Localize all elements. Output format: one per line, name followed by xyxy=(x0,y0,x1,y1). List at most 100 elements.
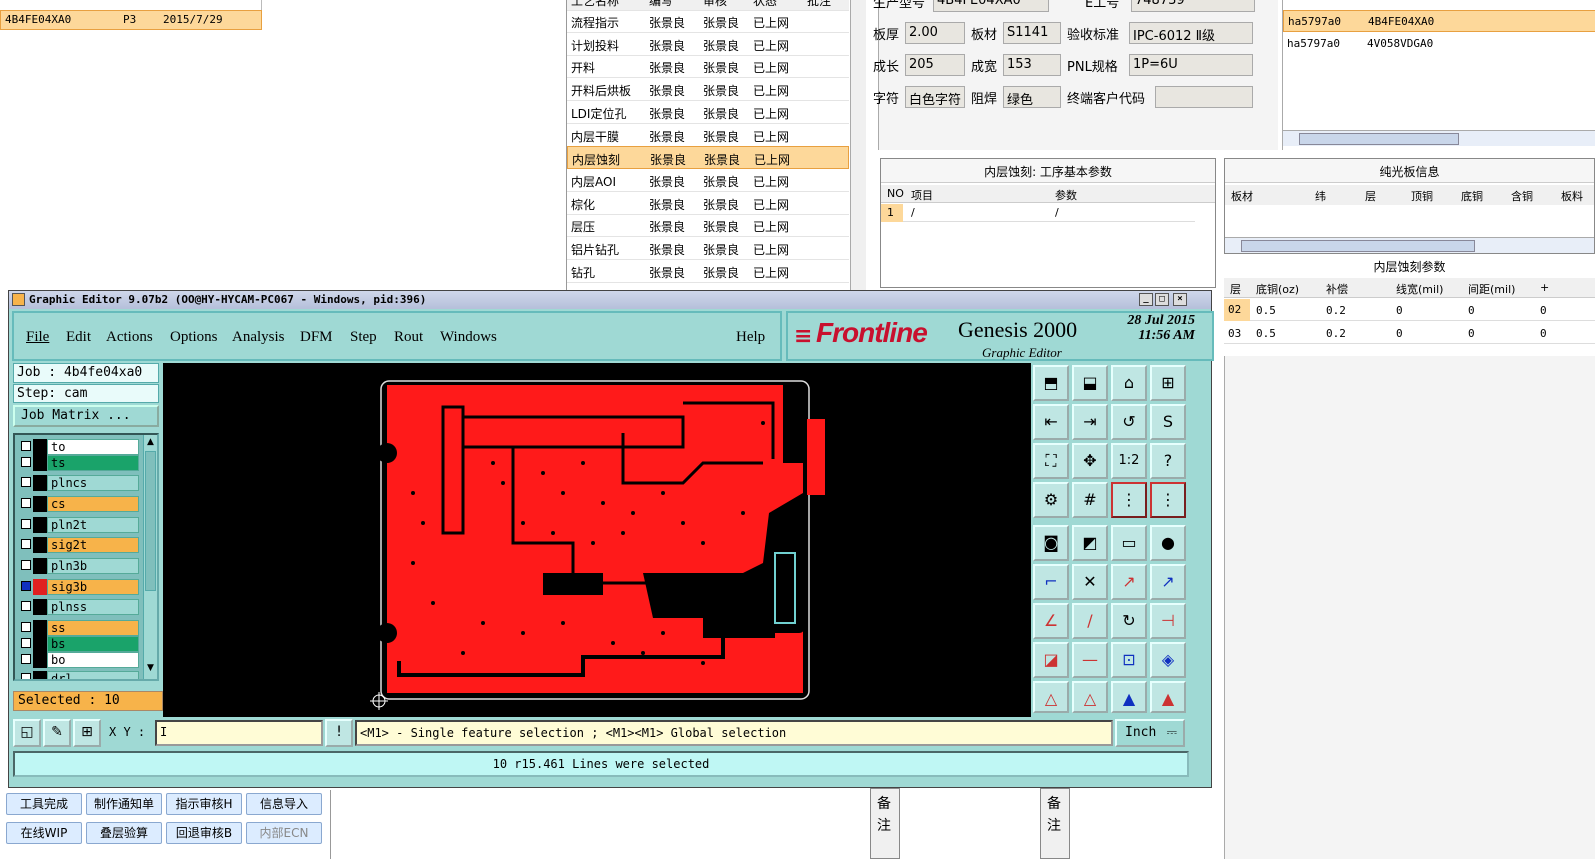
layer-checkbox[interactable] xyxy=(21,654,31,664)
online-wip-button[interactable]: 在线WIP xyxy=(6,822,82,844)
material-field[interactable]: S1141 xyxy=(1003,22,1061,44)
mirror-icon[interactable]: ⊣ xyxy=(1150,603,1186,639)
triangle-outline-icon[interactable]: △ xyxy=(1072,681,1108,713)
process-row[interactable]: 开料 张景良 张景良 已上网 xyxy=(567,55,849,79)
layer-item[interactable]: plnss xyxy=(19,599,139,615)
minimize-button[interactable]: _ xyxy=(1139,293,1153,306)
arc-icon[interactable]: ↻ xyxy=(1111,603,1147,639)
layer-checkbox[interactable] xyxy=(21,477,31,487)
layer-checkbox[interactable] xyxy=(21,638,31,648)
inner-row[interactable]: 02 0.5 0.2 0 0 0 xyxy=(1224,299,1595,321)
stackup-check-button[interactable]: 叠层验算 xyxy=(86,822,162,844)
redraw-icon[interactable]: S xyxy=(1150,404,1186,440)
alert-icon[interactable]: ! xyxy=(325,719,353,747)
work-no-field[interactable]: 748739 xyxy=(1131,0,1255,12)
layer-checkbox[interactable] xyxy=(21,519,31,529)
internal-ecn-button[interactable]: 内部ECN xyxy=(246,822,322,844)
standard-field[interactable]: IPC-6012 Ⅱ级 xyxy=(1129,22,1253,44)
layer-item-active[interactable]: sig3b xyxy=(19,579,139,595)
graphic-canvas[interactable] xyxy=(163,363,1031,717)
hscroll-thumb[interactable] xyxy=(1299,133,1459,145)
process-row[interactable]: 棕化 张景良 张景良 已上网 xyxy=(567,192,849,215)
menu-analysis[interactable]: Analysis xyxy=(232,329,285,346)
measure-icon[interactable]: ⚙ xyxy=(1033,482,1069,518)
work-notice-button[interactable]: 制作通知单 xyxy=(86,793,162,815)
scroll-up-icon[interactable]: ▲ xyxy=(145,437,156,449)
menu-file[interactable]: File xyxy=(26,329,49,346)
zoom-area-icon[interactable]: ◱ xyxy=(13,719,41,747)
process-row[interactable]: 流程指示 张景良 张景良 已上网 xyxy=(567,10,849,33)
model-field[interactable]: 4B4FE04XA0 xyxy=(933,0,1049,12)
process-row[interactable]: 开料后烘板 张景良 张景良 已上网 xyxy=(567,78,849,102)
layer-item[interactable]: pln3b xyxy=(19,558,139,574)
window-titlebar[interactable]: Graphic Editor 9.07b2 (OO@HY-HYCAM-PC067… xyxy=(9,291,1211,309)
scroll-down-icon[interactable]: ▼ xyxy=(145,663,156,675)
connect-icon[interactable]: ⌐ xyxy=(1033,564,1069,600)
etch-row[interactable]: 1 / / xyxy=(881,204,1195,222)
inner-row[interactable]: 03 0.5 0.2 0 0 0 xyxy=(1224,322,1595,344)
save-icon[interactable]: ⬓ xyxy=(1072,365,1108,401)
select-pad-icon[interactable]: ◙ xyxy=(1033,525,1069,561)
layer-checkbox[interactable] xyxy=(21,601,31,611)
layer-checkbox[interactable] xyxy=(21,622,31,632)
grid-icon[interactable]: # xyxy=(1072,482,1108,518)
pan-left-icon[interactable]: ⇤ xyxy=(1033,404,1069,440)
shape-icon[interactable]: ◈ xyxy=(1150,642,1186,678)
process-row[interactable]: 铝片钻孔 张景良 张景良 已上网 xyxy=(567,237,849,260)
scroll-thumb[interactable] xyxy=(145,451,156,591)
layer-checkbox[interactable] xyxy=(21,539,31,549)
menu-options[interactable]: Options xyxy=(170,329,218,346)
layer-item[interactable]: ts xyxy=(19,455,139,471)
zoom-fit-icon[interactable]: ⛶ xyxy=(1033,443,1069,479)
layer-item[interactable]: sig2t xyxy=(19,537,139,553)
cross-icon[interactable]: ✕ xyxy=(1072,564,1108,600)
layer-checkbox[interactable] xyxy=(21,498,31,508)
mask-field[interactable]: 绿色 xyxy=(1003,86,1061,108)
window-split-icon[interactable]: ⊞ xyxy=(1150,365,1186,401)
process-row[interactable]: 层压 张景良 张景良 已上网 xyxy=(567,214,849,238)
width-field[interactable]: 153 xyxy=(1003,54,1061,76)
snap-center-icon[interactable]: ⋮ xyxy=(1150,482,1186,518)
triangle-icon[interactable]: △ xyxy=(1033,681,1069,713)
layer-item[interactable]: drl xyxy=(19,671,139,679)
layer-item[interactable]: cs xyxy=(19,496,139,512)
layer-item[interactable]: plncs xyxy=(19,475,139,491)
menu-dfm[interactable]: DFM xyxy=(300,329,333,346)
snap-grid-icon[interactable]: ⊞ xyxy=(73,719,101,747)
tool-complete-button[interactable]: 工具完成 xyxy=(6,793,82,815)
layer-checkbox[interactable] xyxy=(21,457,31,467)
layer-scrollbar[interactable]: ▲ ▼ xyxy=(143,435,157,679)
edit-pen-icon[interactable]: ✎ xyxy=(43,719,71,747)
close-button[interactable]: × xyxy=(1173,293,1187,306)
layer-item[interactable]: pln2t xyxy=(19,517,139,533)
layer-checkbox[interactable] xyxy=(21,560,31,570)
open-job-icon[interactable]: ⬒ xyxy=(1033,365,1069,401)
ruler-icon[interactable]: ▭ xyxy=(1111,525,1147,561)
scale-1to2-icon[interactable]: 1:2 xyxy=(1111,443,1147,479)
process-list-scrollbar[interactable] xyxy=(850,0,866,292)
rollback-review-button[interactable]: 回退审核B xyxy=(166,822,242,844)
instruction-review-button[interactable]: 指示审核H xyxy=(166,793,242,815)
layer-item[interactable]: to xyxy=(19,439,139,455)
job-matrix-button[interactable]: Job Matrix ... xyxy=(13,405,159,427)
resize-icon[interactable]: ⊡ xyxy=(1111,642,1147,678)
snap-icon[interactable]: ⋮ xyxy=(1111,482,1147,518)
xy-input[interactable]: I xyxy=(155,720,323,746)
length-field[interactable]: 205 xyxy=(905,54,965,76)
select-area-icon[interactable]: ◩ xyxy=(1072,525,1108,561)
triangle-line-icon[interactable]: ▲ xyxy=(1150,681,1186,713)
line-cut-icon[interactable]: — xyxy=(1072,642,1108,678)
pnl-field[interactable]: 1P=6U xyxy=(1129,54,1253,76)
layer-item[interactable]: bo xyxy=(19,652,139,668)
process-row[interactable]: 内层AOI 张景良 张景良 已上网 xyxy=(567,169,849,192)
menu-actions[interactable]: Actions xyxy=(106,329,153,346)
customer-code-field[interactable] xyxy=(1155,86,1253,108)
process-row[interactable]: 内层蚀刻 张景良 张景良 已上网 xyxy=(567,146,849,170)
unit-selector[interactable]: Inch ⎓ xyxy=(1115,719,1185,747)
menu-help[interactable]: Help xyxy=(736,329,765,346)
layer-checkbox[interactable] xyxy=(21,673,31,679)
process-row[interactable]: 钻孔 张景良 张景良 已上网 xyxy=(567,260,849,283)
thickness-field[interactable]: 2.00 xyxy=(905,22,965,44)
menu-windows[interactable]: Windows xyxy=(440,329,497,346)
contract-list-hscroll[interactable] xyxy=(1283,130,1595,146)
